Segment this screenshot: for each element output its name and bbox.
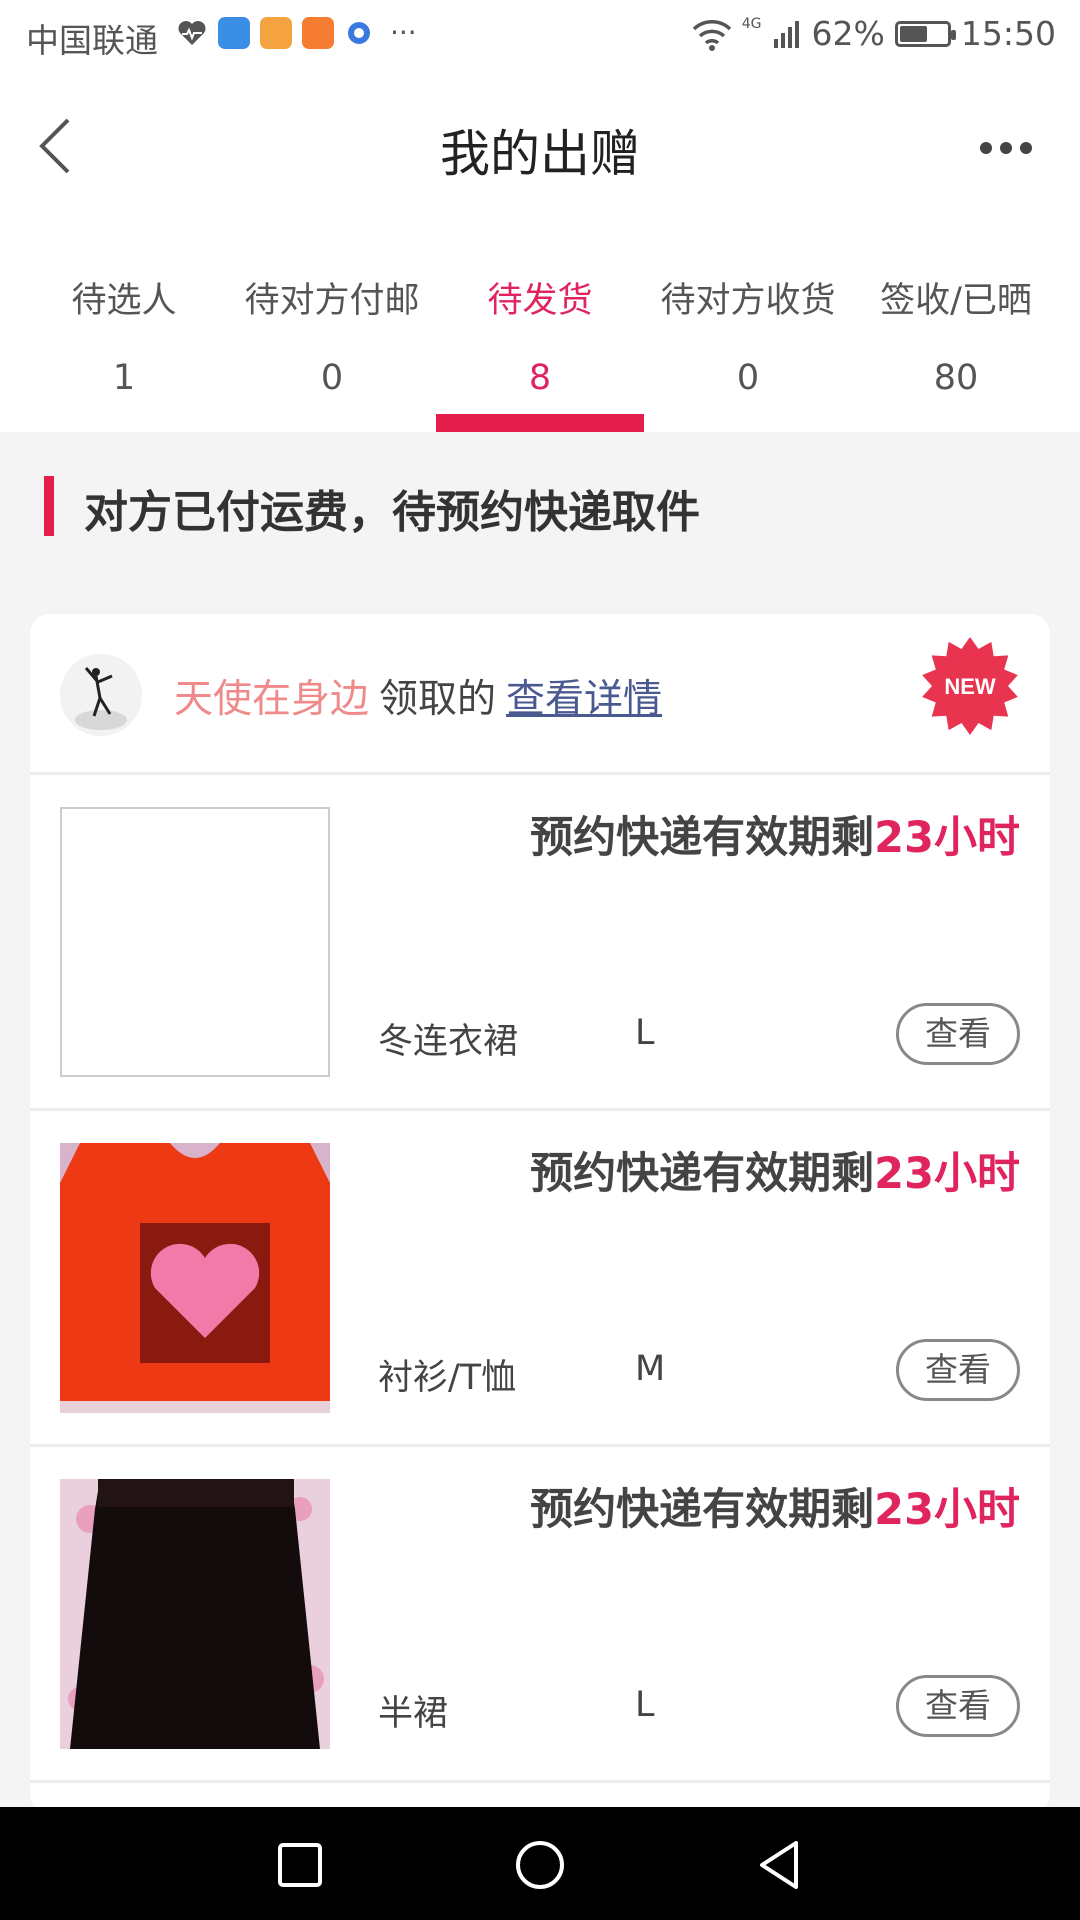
view-button[interactable]: 查看 [896,1675,1020,1737]
shop-app-icon [260,16,292,49]
item-thumbnail[interactable] [60,1143,330,1413]
received-text: 领取的 [379,677,497,722]
shield-app-icon [218,16,250,49]
item-size: L [635,1685,655,1725]
tab-received[interactable]: 签收/已晒 80 [852,222,1060,432]
recent-apps-button[interactable] [272,1837,328,1893]
deadline-hours: 23小时 [874,1485,1020,1535]
tab-count: 80 [933,358,979,398]
list-item: 预约快递有效期剩23小时 冬连衣裙 L 查看 [30,775,1050,1111]
square-icon [278,1843,322,1887]
notification-icons: ··· [176,16,417,49]
tab-pending-shipment[interactable]: 待发货 8 [436,222,644,432]
health-icon [178,20,206,45]
new-badge-label: NEW [944,674,996,699]
status-bar: 中国联通 ··· 4G 62% 15:50 [0,0,1080,72]
wifi-icon [692,19,731,51]
pickup-deadline: 预约快递有效期剩23小时 [530,1139,1020,1201]
signal-icon [773,20,799,48]
view-button[interactable]: 查看 [896,1003,1020,1065]
item-size: L [635,1013,655,1053]
more-notifications-icon: ··· [390,16,417,49]
item-thumbnail[interactable] [60,807,330,1077]
list-item: 预约快递有效期剩23小时 半裙 L 查看 [30,1447,1050,1783]
new-badge: NEW [920,636,1020,736]
item-category: 冬连衣裙 [378,1022,519,1062]
deadline-hours: 23小时 [874,813,1020,863]
browser-app-icon [348,21,370,44]
tab-count: 1 [112,358,136,398]
item-size: M [635,1349,666,1389]
donation-card: 天使在身边 领取的 查看详情 NEW 预约快递有效期剩23小时 冬连衣裙 L 查看 [30,614,1050,1814]
receiver-name[interactable]: 天使在身边 [174,677,369,722]
card-header: 天使在身边 领取的 查看详情 NEW [30,614,1050,775]
red-tshirt-image [60,1143,330,1413]
item-category: 半裙 [378,1694,449,1734]
more-options-button[interactable] [976,128,1036,168]
tab-pending-postage[interactable]: 待对方付邮 0 [228,222,436,432]
tab-count: 0 [736,358,760,398]
battery-percent: 62% [811,14,885,53]
item-category: 衬衫/T恤 [378,1358,517,1398]
list-item: 预约快递有效期剩23小时 衬衫/T恤 M 查看 [30,1111,1050,1447]
tab-label: 待对方付邮 [244,281,420,321]
active-tab-indicator [436,414,644,432]
pickup-deadline: 预约快递有效期剩23小时 [530,1475,1020,1537]
section-accent-bar [44,476,54,536]
back-nav-button[interactable] [752,1837,808,1893]
section-header: 对方已付运费，待预约快递取件 [0,432,1080,582]
triangle-back-icon [760,1841,798,1889]
section-title: 对方已付运费，待预约快递取件 [84,487,700,538]
tab-label: 签收/已晒 [880,281,1032,321]
page-title: 我的出赠 [440,125,640,183]
receiver-info: 天使在身边 领取的 查看详情 [174,668,662,724]
status-tabs: 待选人 1 待对方付邮 0 待发货 8 待对方收货 0 签收/已晒 80 [0,222,1080,432]
tab-pending-receipt[interactable]: 待对方收货 0 [644,222,852,432]
deadline-prefix: 预约快递有效期剩 [530,813,875,863]
tab-count: 0 [320,358,344,398]
item-thumbnail[interactable] [60,1479,330,1749]
system-nav-bar [0,1807,1080,1920]
more-dot-icon [980,142,992,154]
dancer-avatar-image [60,654,142,736]
more-dot-icon [1000,142,1012,154]
deadline-prefix: 预约快递有效期剩 [530,1149,875,1199]
tab-count: 8 [528,358,552,398]
clock: 15:50 [960,14,1056,53]
network-type-label: 4G [741,16,762,32]
video-app-icon [302,16,334,49]
pickup-deadline: 预约快递有效期剩23小时 [530,803,1020,865]
avatar[interactable] [60,654,142,736]
circle-icon [516,1841,564,1889]
more-dot-icon [1020,142,1032,154]
view-details-link[interactable]: 查看详情 [506,677,662,722]
battery-icon [894,20,956,47]
deadline-prefix: 预约快递有效期剩 [530,1485,875,1535]
tab-pending-selection[interactable]: 待选人 1 [20,222,228,432]
deadline-hours: 23小时 [874,1149,1020,1199]
view-button[interactable]: 查看 [896,1339,1020,1401]
tab-label: 待发货 [487,281,593,321]
app-header: 我的出赠 [0,72,1080,222]
home-button[interactable] [512,1837,568,1893]
tab-label: 待选人 [71,281,177,321]
new-starburst-icon: NEW [922,637,1018,735]
carrier-label: 中国联通 [26,21,158,60]
black-skirt-image [60,1479,330,1749]
tab-label: 待对方收货 [660,281,836,321]
